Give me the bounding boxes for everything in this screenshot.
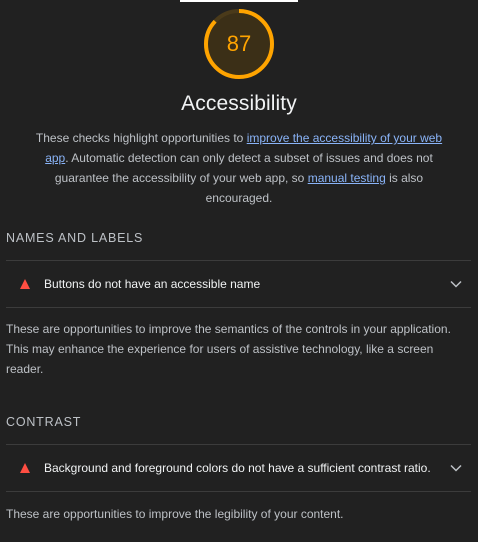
fail-triangle-icon [20,279,30,289]
group-title-names-and-labels: NAMES AND LABELS [6,231,144,245]
audit-title: Buttons do not have an accessible name [44,277,261,291]
divider [6,307,471,308]
score-gauge: 87 [203,8,275,80]
category-title: Accessibility [181,92,297,115]
group-title-contrast: CONTRAST [6,415,82,429]
group-description: These are opportunities to improve the s… [6,322,451,376]
score-value: 87 [226,31,252,56]
category-description: These checks highlight opportunities to … [34,128,444,208]
group-description: These are opportunities to improve the l… [6,507,344,521]
audit-row-color-contrast[interactable]: Background and foreground colors do not … [6,445,471,491]
chevron-down-icon[interactable] [441,458,471,478]
manual-testing-link[interactable]: manual testing [308,171,386,185]
active-tab-indicator [180,0,298,2]
divider [6,491,471,492]
audit-row-button-name[interactable]: Buttons do not have an accessible name [6,261,471,307]
description-intro: These checks highlight opportunities to [35,131,247,145]
chevron-down-icon[interactable] [441,274,471,294]
fail-triangle-icon [20,463,30,473]
audit-title: Background and foreground colors do not … [44,461,431,475]
